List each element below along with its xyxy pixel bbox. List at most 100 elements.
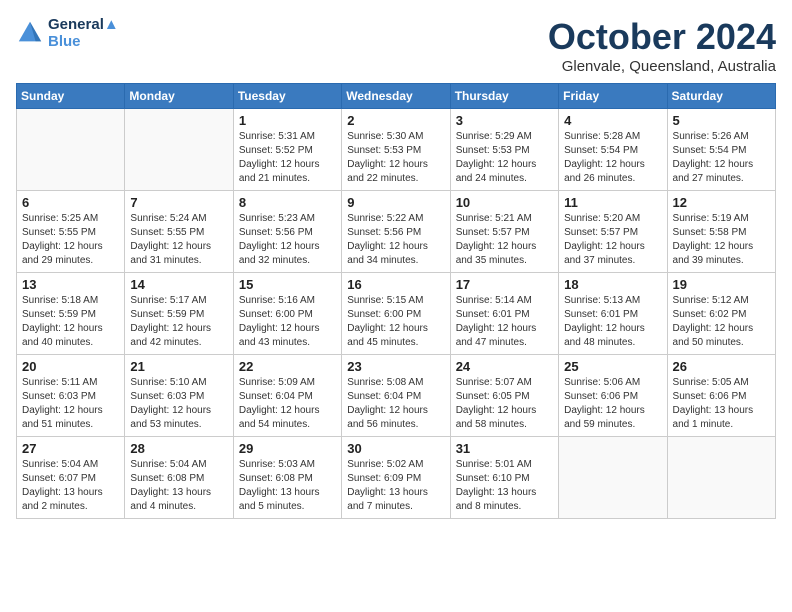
- day-info: Sunrise: 5:16 AM Sunset: 6:00 PM Dayligh…: [239, 294, 336, 350]
- day-info: Sunrise: 5:04 AM Sunset: 6:07 PM Dayligh…: [22, 458, 119, 514]
- calendar-cell: 3Sunrise: 5:29 AM Sunset: 5:53 PM Daylig…: [450, 109, 558, 191]
- day-number: 9: [347, 195, 444, 210]
- day-number: 7: [130, 195, 227, 210]
- day-info: Sunrise: 5:23 AM Sunset: 5:56 PM Dayligh…: [239, 212, 336, 268]
- calendar-cell: 5 Sunrise: 5:26 AM Sunset: 5:54 PM Daylig…: [667, 109, 775, 191]
- month-title: October 2024: [548, 16, 776, 58]
- day-number: 6: [22, 195, 119, 210]
- calendar-cell: 14Sunrise: 5:17 AM Sunset: 5:59 PM Dayli…: [125, 273, 233, 355]
- calendar-cell: 27 Sunrise: 5:04 AM Sunset: 6:07 PM Dayli…: [17, 437, 125, 519]
- calendar-cell: 23 Sunrise: 5:08 AM Sunset: 6:04 PM Dayli…: [342, 355, 450, 437]
- calendar-cell: 12 Sunrise: 5:19 AM Sunset: 5:58 PM Dayli…: [667, 191, 775, 273]
- day-info: Sunrise: 5:07 AM Sunset: 6:05 PM Dayligh…: [456, 376, 553, 432]
- calendar-cell: [17, 109, 125, 191]
- calendar-cell: 24 Sunrise: 5:07 AM Sunset: 6:05 PM Dayli…: [450, 355, 558, 437]
- location-subtitle: Glenvale, Queensland, Australia: [548, 58, 776, 75]
- weekday-header: Saturday: [667, 84, 775, 109]
- day-info: Sunrise: 5:20 AM Sunset: 5:57 PM Dayligh…: [564, 212, 661, 268]
- day-number: 13: [22, 277, 119, 292]
- day-number: 11: [564, 195, 661, 210]
- calendar-week-row: 13 Sunrise: 5:18 AM Sunset: 5:59 PM Dayli…: [17, 273, 776, 355]
- day-number: 25: [564, 359, 661, 374]
- calendar-cell: 1 Sunrise: 5:31 AM Sunset: 5:52 PM Daylig…: [233, 109, 341, 191]
- day-number: 29: [239, 441, 336, 456]
- day-number: 21: [130, 359, 227, 374]
- logo: General▲ Blue: [16, 16, 119, 50]
- calendar-cell: [559, 437, 667, 519]
- day-info: Sunrise: 5:09 AM Sunset: 6:04 PM Dayligh…: [239, 376, 336, 432]
- day-number: 1: [239, 113, 336, 128]
- calendar-cell: 9 Sunrise: 5:22 AM Sunset: 5:56 PM Daylig…: [342, 191, 450, 273]
- calendar-cell: 10 Sunrise: 5:21 AM Sunset: 5:57 PM Dayli…: [450, 191, 558, 273]
- day-info: Sunrise: 5:14 AM Sunset: 6:01 PM Dayligh…: [456, 294, 553, 350]
- day-info: Sunrise: 5:12 AM Sunset: 6:02 PM Dayligh…: [673, 294, 770, 350]
- calendar-cell: 6Sunrise: 5:25 AM Sunset: 5:55 PM Daylig…: [17, 191, 125, 273]
- calendar-week-row: 6Sunrise: 5:25 AM Sunset: 5:55 PM Daylig…: [17, 191, 776, 273]
- day-number: 19: [673, 277, 770, 292]
- day-info: Sunrise: 5:13 AM Sunset: 6:01 PM Dayligh…: [564, 294, 661, 350]
- day-info: Sunrise: 5:02 AM Sunset: 6:09 PM Dayligh…: [347, 458, 444, 514]
- day-info: Sunrise: 5:01 AM Sunset: 6:10 PM Dayligh…: [456, 458, 553, 514]
- calendar-week-row: 20 Sunrise: 5:11 AM Sunset: 6:03 PM Dayli…: [17, 355, 776, 437]
- calendar-cell: 19 Sunrise: 5:12 AM Sunset: 6:02 PM Dayli…: [667, 273, 775, 355]
- logo-text: General▲ Blue: [48, 16, 119, 50]
- calendar-cell: 22 Sunrise: 5:09 AM Sunset: 6:04 PM Dayli…: [233, 355, 341, 437]
- day-info: Sunrise: 5:22 AM Sunset: 5:56 PM Dayligh…: [347, 212, 444, 268]
- day-info: Sunrise: 5:11 AM Sunset: 6:03 PM Dayligh…: [22, 376, 119, 432]
- day-number: 15: [239, 277, 336, 292]
- calendar-cell: 25 Sunrise: 5:06 AM Sunset: 6:06 PM Dayli…: [559, 355, 667, 437]
- title-section: October 2024 Glenvale, Queensland, Austr…: [548, 16, 776, 75]
- calendar-cell: 17 Sunrise: 5:14 AM Sunset: 6:01 PM Dayli…: [450, 273, 558, 355]
- day-number: 22: [239, 359, 336, 374]
- day-info: Sunrise: 5:15 AM Sunset: 6:00 PM Dayligh…: [347, 294, 444, 350]
- calendar-cell: 20 Sunrise: 5:11 AM Sunset: 6:03 PM Dayli…: [17, 355, 125, 437]
- day-number: 24: [456, 359, 553, 374]
- day-info: Sunrise: 5:17 AM Sunset: 5:59 PM Dayligh…: [130, 294, 227, 350]
- weekday-header-row: SundayMondayTuesdayWednesdayThursdayFrid…: [17, 84, 776, 109]
- calendar-cell: 13 Sunrise: 5:18 AM Sunset: 5:59 PM Dayli…: [17, 273, 125, 355]
- calendar-cell: 16 Sunrise: 5:15 AM Sunset: 6:00 PM Dayli…: [342, 273, 450, 355]
- day-info: Sunrise: 5:31 AM Sunset: 5:52 PM Dayligh…: [239, 130, 336, 186]
- day-info: Sunrise: 5:19 AM Sunset: 5:58 PM Dayligh…: [673, 212, 770, 268]
- day-info: Sunrise: 5:28 AM Sunset: 5:54 PM Dayligh…: [564, 130, 661, 186]
- day-number: 20: [22, 359, 119, 374]
- calendar-cell: 18 Sunrise: 5:13 AM Sunset: 6:01 PM Dayli…: [559, 273, 667, 355]
- day-number: 28: [130, 441, 227, 456]
- day-info: Sunrise: 5:30 AM Sunset: 5:53 PM Dayligh…: [347, 130, 444, 186]
- day-number: 27: [22, 441, 119, 456]
- day-number: 2: [347, 113, 444, 128]
- day-number: 16: [347, 277, 444, 292]
- weekday-header: Tuesday: [233, 84, 341, 109]
- day-number: 18: [564, 277, 661, 292]
- day-number: 12: [673, 195, 770, 210]
- calendar-cell: 8 Sunrise: 5:23 AM Sunset: 5:56 PM Daylig…: [233, 191, 341, 273]
- weekday-header: Thursday: [450, 84, 558, 109]
- calendar-week-row: 27 Sunrise: 5:04 AM Sunset: 6:07 PM Dayli…: [17, 437, 776, 519]
- day-info: Sunrise: 5:29 AM Sunset: 5:53 PM Dayligh…: [456, 130, 553, 186]
- calendar-cell: 29Sunrise: 5:03 AM Sunset: 6:08 PM Dayli…: [233, 437, 341, 519]
- weekday-header: Friday: [559, 84, 667, 109]
- day-info: Sunrise: 5:26 AM Sunset: 5:54 PM Dayligh…: [673, 130, 770, 186]
- day-number: 30: [347, 441, 444, 456]
- day-number: 10: [456, 195, 553, 210]
- day-info: Sunrise: 5:21 AM Sunset: 5:57 PM Dayligh…: [456, 212, 553, 268]
- calendar-table: SundayMondayTuesdayWednesdayThursdayFrid…: [16, 83, 776, 519]
- calendar-cell: 2 Sunrise: 5:30 AM Sunset: 5:53 PM Daylig…: [342, 109, 450, 191]
- calendar-cell: 28 Sunrise: 5:04 AM Sunset: 6:08 PM Dayli…: [125, 437, 233, 519]
- weekday-header: Wednesday: [342, 84, 450, 109]
- day-number: 8: [239, 195, 336, 210]
- calendar-cell: 15 Sunrise: 5:16 AM Sunset: 6:00 PM Dayli…: [233, 273, 341, 355]
- logo-icon: [16, 19, 44, 47]
- calendar-cell: [125, 109, 233, 191]
- day-info: Sunrise: 5:04 AM Sunset: 6:08 PM Dayligh…: [130, 458, 227, 514]
- calendar-cell: 4Sunrise: 5:28 AM Sunset: 5:54 PM Daylig…: [559, 109, 667, 191]
- day-info: Sunrise: 5:18 AM Sunset: 5:59 PM Dayligh…: [22, 294, 119, 350]
- day-info: Sunrise: 5:08 AM Sunset: 6:04 PM Dayligh…: [347, 376, 444, 432]
- day-info: Sunrise: 5:24 AM Sunset: 5:55 PM Dayligh…: [130, 212, 227, 268]
- day-number: 5: [673, 113, 770, 128]
- day-info: Sunrise: 5:06 AM Sunset: 6:06 PM Dayligh…: [564, 376, 661, 432]
- day-number: 17: [456, 277, 553, 292]
- calendar-cell: [667, 437, 775, 519]
- calendar-cell: 26Sunrise: 5:05 AM Sunset: 6:06 PM Dayli…: [667, 355, 775, 437]
- day-number: 23: [347, 359, 444, 374]
